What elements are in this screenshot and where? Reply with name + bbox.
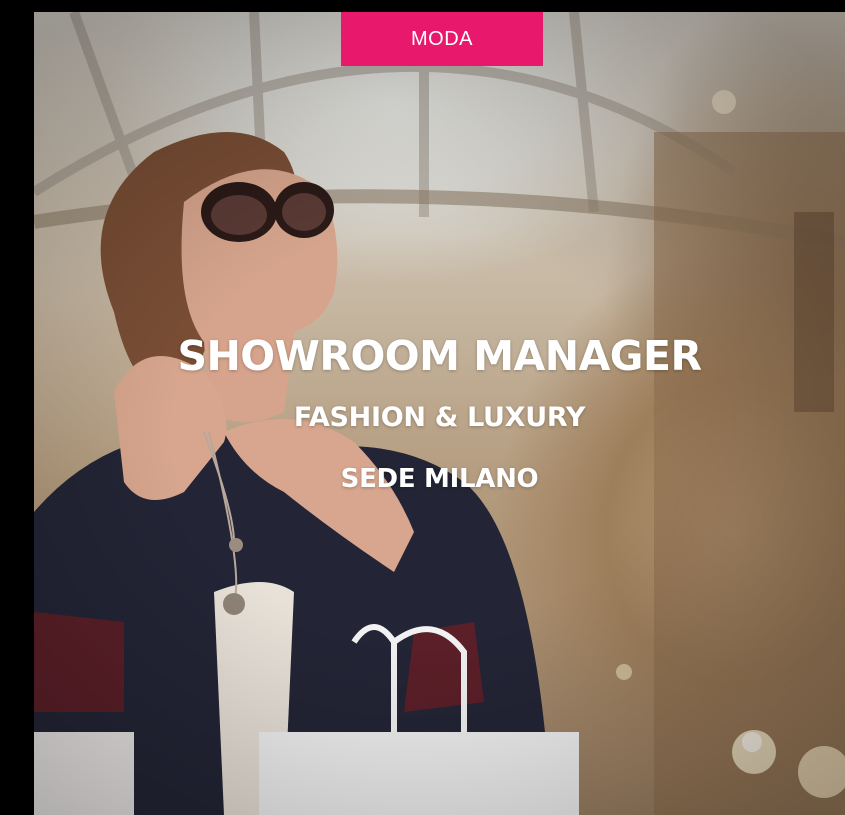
category-badge[interactable]: MODA: [341, 12, 543, 66]
job-location: SEDE MILANO: [340, 464, 539, 494]
job-card[interactable]: MODA SHOWROOM MANAGER FASHION & LUXURY S…: [34, 12, 845, 815]
job-subtitle: FASHION & LUXURY: [293, 402, 586, 433]
job-title: SHOWROOM MANAGER: [177, 332, 702, 380]
